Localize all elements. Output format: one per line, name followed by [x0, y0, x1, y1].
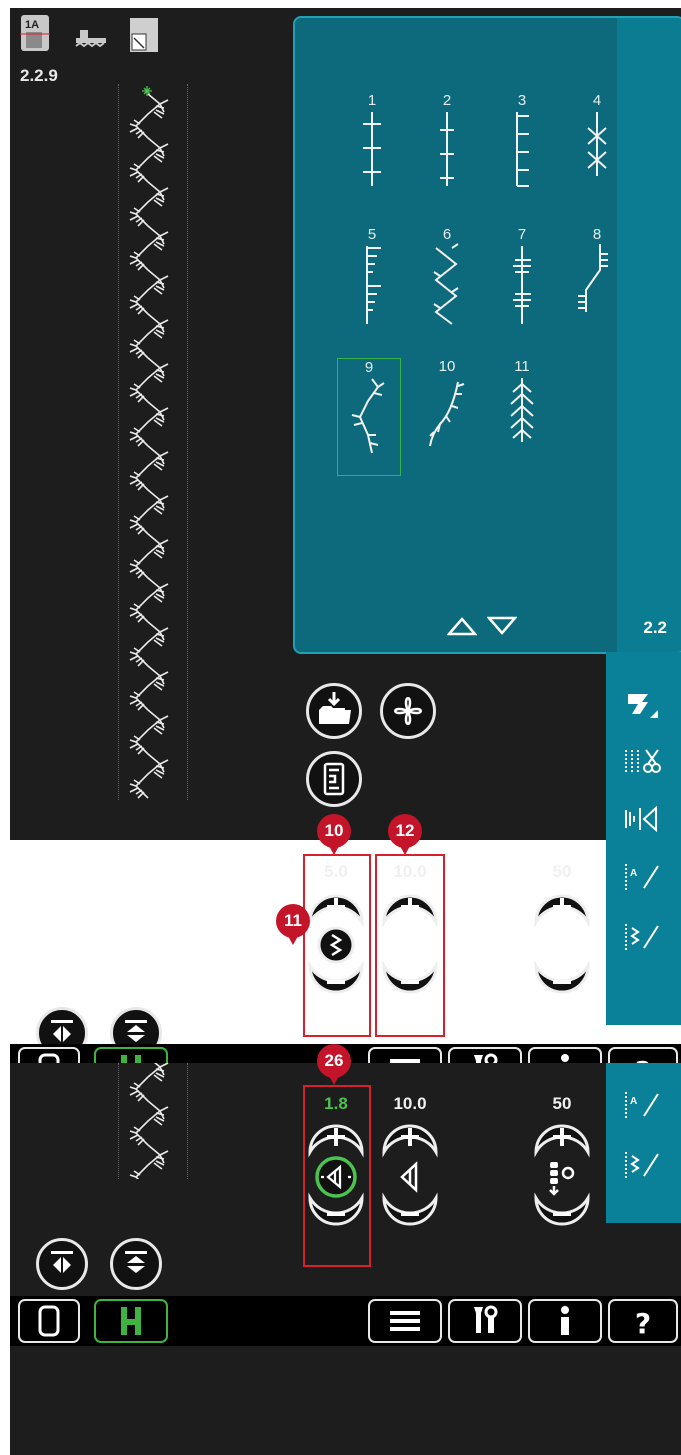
stitch-preview-pattern [129, 86, 169, 799]
sequence-text-icon-2[interactable]: A [622, 1088, 662, 1122]
folder-download-icon [319, 692, 351, 724]
length-triangle-icon-2 [400, 1161, 418, 1193]
stitch-10[interactable]: 10 [412, 358, 482, 478]
svg-text:A: A [630, 868, 637, 879]
stitch-3[interactable]: 3 [487, 92, 557, 212]
callout-zoom: 26 [317, 1044, 351, 1085]
menu-page-number: 2.2 [643, 618, 667, 637]
stitch-length-value-2: 10.0 [393, 1094, 427, 1113]
stitch-7[interactable]: 7 [487, 226, 557, 346]
density-increase-button[interactable] [532, 888, 592, 928]
flower-stitch-icon [394, 697, 422, 725]
callout-length: 12 [388, 814, 422, 855]
scroll-down-arrow-icon[interactable] [487, 616, 517, 636]
stitch-creator-button[interactable] [380, 683, 436, 739]
zigzag-feather-stitch-icon [433, 243, 459, 325]
stitch-4[interactable]: 4 [562, 92, 632, 212]
stitch-6[interactable]: 6 [412, 226, 482, 346]
stitch-menu-panel: 1 2 3 4 5 6 7 8 9 10 11 2.2 [293, 16, 681, 654]
density-spool-icon [549, 930, 575, 964]
straight-stitch-icon [363, 112, 381, 186]
blanket-stitch-icon [516, 112, 529, 187]
main-screen: 1A 2.2.9 1 2 3 4 5 6 7 8 9 10 11 2.2 [10, 8, 681, 840]
ladder-stitch-icon [513, 246, 531, 324]
tapering-icon-2[interactable] [622, 1148, 662, 1182]
stitch-density-value: 50 [552, 862, 572, 881]
width-increase-button[interactable] [306, 888, 366, 928]
stitch-width-value-2: 1.8 [324, 1094, 348, 1113]
density-decrease-button-2[interactable] [532, 1192, 592, 1232]
branch-stitch-icon [578, 244, 608, 312]
stitch-density-value-2: 50 [552, 1094, 572, 1113]
density-increase-button-2[interactable] [532, 1118, 592, 1158]
stitch-11[interactable]: 11 [487, 358, 557, 478]
list-menu-icon-2 [390, 1311, 420, 1331]
stitch-width-value: 5.0 [324, 862, 348, 881]
sequence-text-icon[interactable]: A [622, 860, 662, 894]
sewing-mode-icon-2 [38, 1305, 60, 1337]
mirror-side-to-side-button-2[interactable] [36, 1238, 88, 1290]
cross-straight-stitch-icon [440, 112, 454, 186]
stitch-length-value: 10.0 [393, 862, 427, 881]
width-decrease-button[interactable] [306, 960, 366, 1000]
menu-button-2[interactable] [368, 1299, 442, 1343]
comb-stitch-icon [366, 246, 381, 324]
callout-width: 10 [317, 814, 351, 855]
length-decrease-button[interactable] [380, 960, 440, 1000]
info-icon-2 [561, 1306, 569, 1335]
stabilizer-icon[interactable] [128, 16, 162, 54]
length-decrease-button-2[interactable] [380, 1192, 440, 1232]
width-decrease-button-2[interactable] [306, 1192, 366, 1232]
length-increase-button-2[interactable] [380, 1118, 440, 1158]
scroll-up-arrow-icon[interactable] [447, 616, 477, 636]
length-triangle-icon [400, 929, 418, 961]
density-decrease-button[interactable] [532, 960, 592, 1000]
width-position-icon[interactable] [316, 925, 356, 965]
feed-dogs-icon[interactable] [74, 26, 108, 50]
svg-text:A: A [630, 1096, 637, 1107]
save-stitch-button[interactable] [306, 683, 362, 739]
stitch-positioning-icon[interactable] [624, 688, 660, 724]
mirror-side-icon[interactable] [622, 802, 662, 836]
sewing-mode-button-2[interactable] [18, 1299, 80, 1343]
settings-button-2[interactable] [448, 1299, 522, 1343]
callout-icon: 11 [276, 904, 310, 945]
svg-text:1A: 1A [25, 19, 39, 31]
info-button-2[interactable] [528, 1299, 602, 1343]
toolbar-2: ? [10, 1296, 681, 1346]
stitch-5[interactable]: 5 [337, 226, 407, 346]
help-label-2: ? [634, 1307, 652, 1340]
sequence-icon [323, 762, 345, 796]
stitch-9-selected[interactable]: 9 [337, 358, 401, 476]
stitch-code: 2.2.9 [20, 66, 58, 85]
density-spool-icon-2 [549, 1162, 575, 1196]
tools-icon-2 [474, 1305, 498, 1333]
presser-foot-icon[interactable]: 1A [20, 14, 50, 52]
stitch-8[interactable]: 8 [562, 226, 632, 346]
tree-stitch-icon [510, 378, 534, 442]
embroidery-mode-icon-2 [121, 1307, 141, 1335]
mirror-side-to-side-icon-2 [51, 1251, 73, 1273]
mirror-end-to-end-button-2[interactable] [110, 1238, 162, 1290]
feather-stitch-icon [351, 378, 385, 454]
embroidery-mode-button-2[interactable] [94, 1299, 168, 1343]
stitch-2[interactable]: 2 [412, 92, 482, 212]
sequence-button[interactable] [306, 751, 362, 807]
side-strip-2 [606, 1063, 681, 1223]
length-increase-button[interactable] [380, 888, 440, 928]
width-increase-button-2[interactable] [306, 1118, 366, 1158]
mirror-end-to-end-icon-2 [125, 1251, 147, 1273]
tapering-icon[interactable] [622, 920, 662, 954]
cross-stitch-icon [587, 112, 607, 176]
stitch-1[interactable]: 1 [337, 92, 407, 212]
tie-off-options-icon[interactable] [622, 744, 662, 778]
curved-feather-stitch-icon [429, 381, 465, 447]
stitch-preview-pattern-2 [129, 1063, 169, 1179]
help-button-2[interactable]: ? [608, 1299, 678, 1343]
